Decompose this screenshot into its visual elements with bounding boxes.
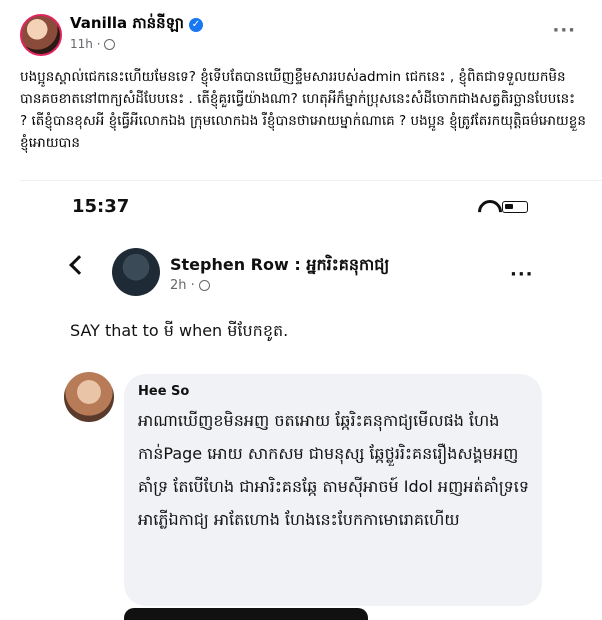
author-name-row[interactable]: Vanilla ភាន់នីឡា ✓: [70, 14, 203, 36]
battery-icon: [502, 201, 528, 213]
reply-text: អាណាឃើញខមិនអញ ចតអោយ ឆ្កែរិះគនុកាជ្យមើលផង…: [138, 411, 530, 529]
post-header: Vanilla ភាន់នីឡា ✓ 11h · ···: [0, 0, 602, 62]
globe-icon: [198, 280, 210, 291]
commenter-avatar: [112, 248, 160, 296]
commenter-more-icon: ···: [510, 264, 534, 285]
status-icons: [478, 200, 528, 214]
commenter-name: Stephen Row : អ្នករិះគនុកាជ្យ: [170, 255, 390, 274]
reply-bubble: Hee So អាណាឃើញខមិនអញ ចតអោយ ឆ្កែរិះគនុកាជ…: [124, 374, 542, 606]
author-avatar[interactable]: [20, 14, 62, 56]
post-text: បងប្អូនស្គាល់ជេកនេះហើយមែនទេ? ខ្ញុំទើបតែប…: [20, 69, 586, 151]
reply-avatar: [64, 372, 114, 422]
more-icon[interactable]: ···: [552, 22, 576, 40]
post-meta: 11h ·: [70, 37, 115, 51]
verified-icon: ✓: [189, 18, 203, 32]
commenter-time: 2h ·: [170, 278, 195, 293]
wifi-icon: [478, 200, 496, 214]
reply-name: Hee So: [138, 384, 190, 399]
globe-icon: [103, 38, 115, 50]
status-time: 15:37: [72, 196, 130, 217]
post-time[interactable]: 11h ·: [70, 37, 101, 51]
commenter-meta: 2h ·: [170, 278, 210, 293]
commenter-text: SAY that to មី when មីបែកខូត.: [70, 321, 289, 340]
author-name[interactable]: Vanilla ភាន់នីឡា: [70, 14, 184, 36]
obscured-box: [124, 608, 368, 620]
